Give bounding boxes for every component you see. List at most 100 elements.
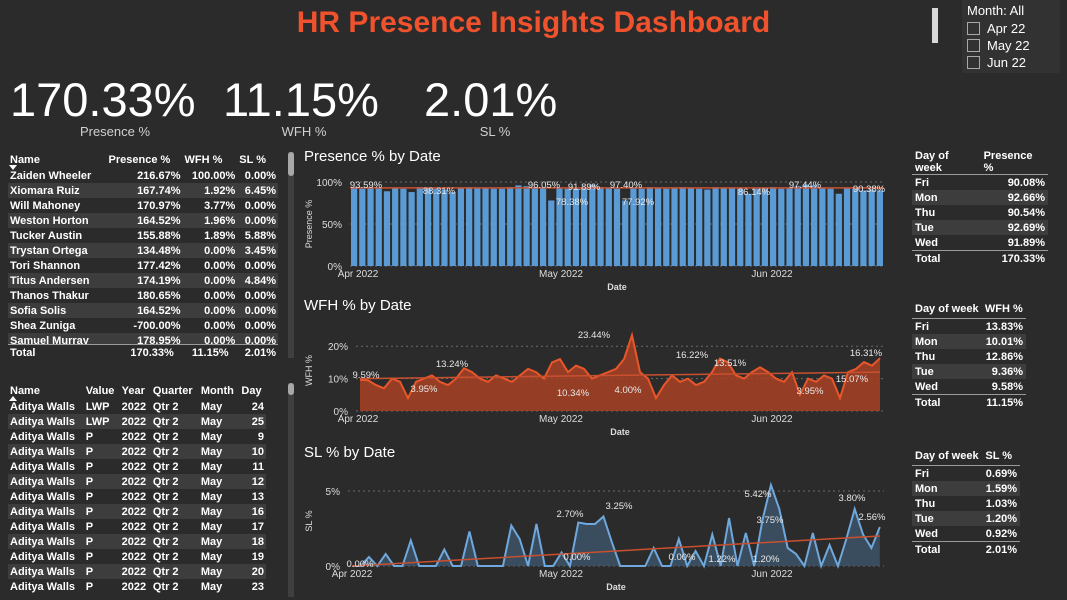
dow-header[interactable]: Day of week xyxy=(912,300,982,319)
table-cell: 25 xyxy=(239,414,266,429)
col-value[interactable]: Value xyxy=(84,383,120,399)
table-row[interactable]: Aditya Walls P 2022 Qtr 2 May 9 xyxy=(8,429,266,444)
table-row[interactable]: Will Mahoney 170.97% 3.77% 0.00% xyxy=(8,198,278,213)
slicer-option-apr[interactable]: Apr 22 xyxy=(967,21,1025,36)
sort-down-icon[interactable] xyxy=(9,165,17,170)
table-row[interactable]: Aditya Walls P 2022 Qtr 2 May 20 xyxy=(8,564,266,579)
table-cell: 13 xyxy=(251,490,264,503)
table-row[interactable]: Mon 1.59% xyxy=(912,481,1020,496)
data-label: 13.24% xyxy=(436,359,469,370)
y-axis-label: WFH % xyxy=(304,355,314,386)
total-cell: Total xyxy=(912,541,983,557)
table-row[interactable]: Aditya Walls P 2022 Qtr 2 May 19 xyxy=(8,549,266,564)
month-slicer[interactable]: Month: All Apr 22 May 22 Jun 22 xyxy=(962,0,1060,73)
slicer-option-jun[interactable]: Jun 22 xyxy=(967,55,1026,70)
table-row[interactable]: Xiomara Ruiz 167.74% 1.92% 6.45% xyxy=(8,183,278,198)
table-row[interactable]: Tori Shannon 177.42% 0.00% 0.00% xyxy=(8,258,278,273)
table-row[interactable]: Aditya Walls P 2022 Qtr 2 May 11 xyxy=(8,459,266,474)
table-cell: P xyxy=(83,504,120,519)
table-cell: 0.92% xyxy=(985,527,1017,540)
table-row[interactable]: Fri 13.83% xyxy=(912,318,1026,335)
slicer-scrollbar[interactable] xyxy=(932,8,938,43)
table-row[interactable]: Tue 9.36% xyxy=(912,364,1026,379)
table-cell: 2022 xyxy=(119,444,151,459)
dow-header[interactable]: Day of week xyxy=(912,447,982,466)
table-row[interactable]: Aditya Walls P 2022 Qtr 2 May 17 xyxy=(8,519,266,534)
dow-header[interactable]: Day of week xyxy=(912,150,981,175)
table-cell: Tue xyxy=(912,220,981,235)
table-row[interactable]: Aditya Walls P 2022 Qtr 2 May 10 xyxy=(8,444,266,459)
table-cell: Tue xyxy=(912,511,983,526)
table-row[interactable]: Wed 91.89% xyxy=(912,235,1048,251)
table-row[interactable]: Mon 92.66% xyxy=(912,190,1048,205)
bar xyxy=(712,187,719,266)
col-wfh[interactable]: WFH % xyxy=(183,152,238,168)
dow-header[interactable]: WFH % xyxy=(982,300,1026,319)
dow-header[interactable]: Presence % xyxy=(981,150,1048,175)
bar xyxy=(745,193,752,266)
table-row[interactable]: Aditya Walls P 2022 Qtr 2 May 13 xyxy=(8,489,266,504)
col-name[interactable]: Name xyxy=(8,383,84,399)
table-row[interactable]: Trystan Ortega 134.48% 0.00% 3.45% xyxy=(8,243,278,258)
table-row[interactable]: Aditya Walls P 2022 Qtr 2 May 12 xyxy=(8,474,266,489)
data-label: 91.89% xyxy=(568,182,601,193)
bar xyxy=(704,189,711,266)
table-row[interactable]: Aditya Walls P 2022 Qtr 2 May 16 xyxy=(8,504,266,519)
col-month[interactable]: Month xyxy=(199,383,240,399)
bar xyxy=(786,187,793,266)
table-cell: 164.52% xyxy=(106,213,183,228)
col-quarter[interactable]: Quarter xyxy=(151,383,199,399)
total-cell: 2.01% xyxy=(982,541,1020,557)
table-row[interactable]: Tue 92.69% xyxy=(912,220,1048,235)
table-cell: Aditya Walls xyxy=(10,550,75,563)
table-row[interactable]: Shea Zuniga -700.00% 0.00% 0.00% xyxy=(8,318,278,333)
table-row[interactable]: Tue 1.20% xyxy=(912,511,1020,526)
checkbox-icon[interactable] xyxy=(967,56,980,69)
dow-header[interactable]: SL % xyxy=(982,447,1020,466)
sl-chart[interactable]: 0%5%SL %Apr 2022 May 2022 Jun 2022Date0.00… xyxy=(300,466,900,598)
table-row[interactable]: Mon 10.01% xyxy=(912,334,1026,349)
bar xyxy=(416,187,423,266)
table-row[interactable]: Thanos Thakur 180.65% 0.00% 0.00% xyxy=(8,288,278,303)
checkbox-icon[interactable] xyxy=(967,39,980,52)
table-row[interactable]: Tucker Austin 155.88% 1.89% 5.88% xyxy=(8,228,278,243)
sort-up-icon[interactable] xyxy=(9,396,17,401)
table-row[interactable]: Titus Andersen 174.19% 0.00% 4.84% xyxy=(8,273,278,288)
table-row[interactable]: Thu 12.86% xyxy=(912,349,1026,364)
col-day[interactable]: Day xyxy=(239,383,266,399)
table-cell: Xiomara Ruiz xyxy=(8,183,107,198)
wfh-chart[interactable]: 0%10%20%WFH %Apr 2022 May 2022 Jun 2022Dat… xyxy=(300,318,900,442)
table-cell: 10.01% xyxy=(981,334,1026,349)
table-cell: 2022 xyxy=(119,534,151,549)
col-presence[interactable]: Presence % xyxy=(107,152,183,168)
table-row[interactable]: Weston Horton 164.52% 1.96% 0.00% xyxy=(8,213,278,228)
table-row[interactable]: Aditya Walls P 2022 Qtr 2 May 23 xyxy=(8,579,266,594)
table-row[interactable]: Aditya Walls P 2022 Qtr 2 May 18 xyxy=(8,534,266,549)
presence-chart[interactable]: 0%50%100%Presence %Apr 2022 May 2022 Jun 2… xyxy=(300,168,900,296)
table-row[interactable]: Thu 90.54% xyxy=(912,205,1048,220)
total-cell: 170.33% xyxy=(980,250,1048,266)
col-name[interactable]: Name xyxy=(8,152,107,168)
detail-scrollbar[interactable] xyxy=(288,383,294,597)
data-label: 97.44% xyxy=(789,180,822,191)
table-row[interactable]: Thu 1.03% xyxy=(912,496,1020,511)
table-row[interactable]: Sofia Solis 164.52% 0.00% 0.00% xyxy=(8,303,278,318)
table-row[interactable]: Aditya Walls LWP 2022 Qtr 2 May 25 xyxy=(8,414,266,429)
bar xyxy=(490,188,497,266)
table-row[interactable]: Fri 90.08% xyxy=(912,174,1048,191)
x-tick-label: May 2022 xyxy=(539,569,583,580)
checkbox-icon[interactable] xyxy=(967,22,980,35)
summary-scrollbar[interactable] xyxy=(288,152,294,358)
table-row[interactable]: Aditya Walls LWP 2022 Qtr 2 May 24 xyxy=(8,399,266,414)
slicer-option-may[interactable]: May 22 xyxy=(967,38,1030,53)
col-sl[interactable]: SL % xyxy=(237,152,278,168)
table-row[interactable]: Fri 0.69% xyxy=(912,465,1020,482)
sl-chart-title: SL % by Date xyxy=(304,444,396,461)
table-cell: P xyxy=(83,534,120,549)
table-cell: Qtr 2 xyxy=(150,534,199,549)
col-year[interactable]: Year xyxy=(120,383,151,399)
table-row[interactable]: Zaiden Wheeler 216.67% 100.00% 0.00% xyxy=(8,168,278,183)
y-tick-label: 50% xyxy=(322,220,342,231)
table-row[interactable]: Wed 0.92% xyxy=(912,526,1020,542)
table-row[interactable]: Wed 9.58% xyxy=(912,379,1026,395)
